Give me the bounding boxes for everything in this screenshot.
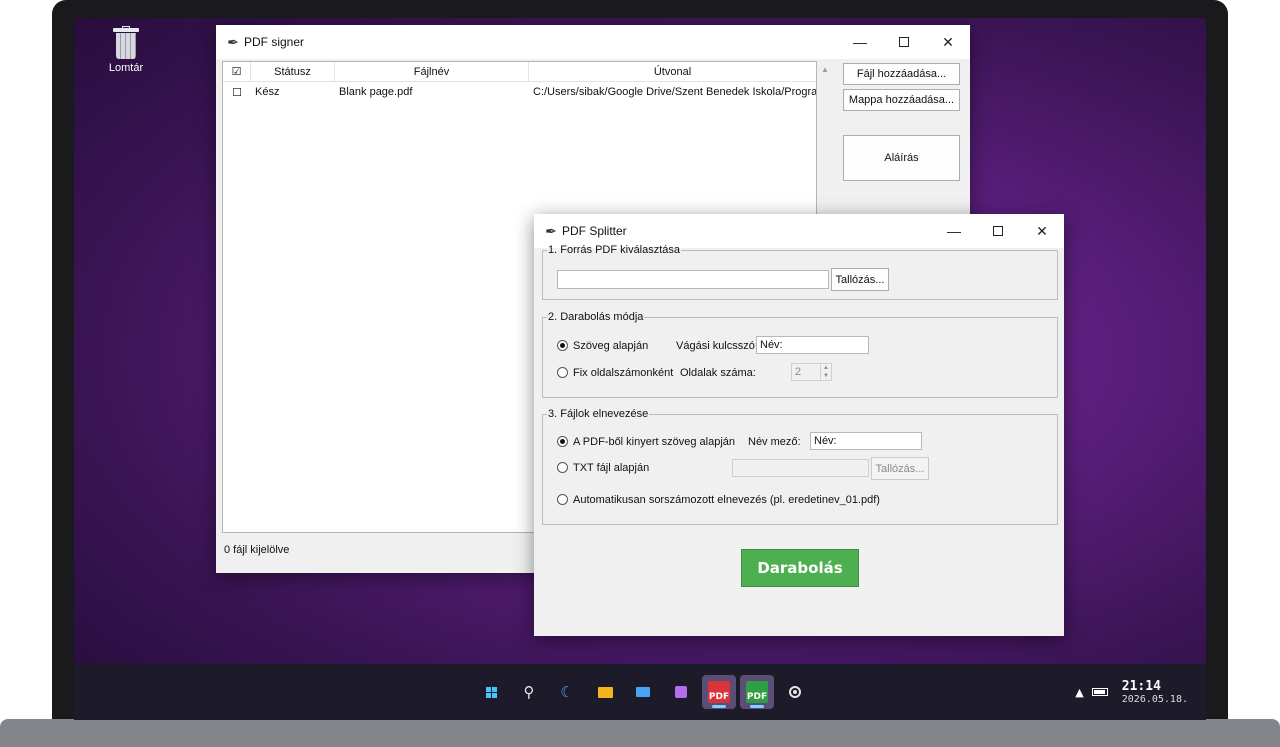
taskbar-icons: ⚲ ☾ PDF PDF — [474, 674, 816, 710]
auto-naming-label: Automatikusan sorszámozott elnevezés (pl… — [573, 494, 880, 506]
feather-icon: ✒ — [545, 222, 557, 239]
row-path: C:/Users/sibak/Google Drive/Szent Benede… — [533, 86, 816, 98]
select-all-checkbox[interactable]: ☑ — [223, 62, 251, 81]
tray-chevron-up-icon[interactable]: ▲ — [1075, 686, 1083, 699]
add-folder-button[interactable]: Mappa hozzáadása... — [843, 89, 960, 111]
laptop-base — [0, 719, 1280, 747]
table-header: ☑ Státusz Fájlnév Útvonal — [223, 62, 816, 82]
minimize-button[interactable]: — — [838, 25, 882, 59]
mode-group: 2. Darabolás módja — [542, 311, 1058, 398]
clock[interactable]: 21:14 2026.05.18. — [1122, 679, 1188, 705]
row-checkbox[interactable]: ☐ — [223, 86, 251, 99]
pages-stepper[interactable]: 2 ▲ ▼ — [791, 363, 832, 381]
signer-window-title: PDF signer — [244, 35, 305, 49]
start-icon[interactable] — [474, 675, 508, 709]
recycle-bin-label: Lomtár — [108, 62, 144, 74]
source-browse-button[interactable]: Tallózás... — [831, 268, 889, 291]
moon-icon[interactable]: ☾ — [550, 675, 584, 709]
search-icon[interactable]: ⚲ — [512, 675, 546, 709]
column-filename[interactable]: Fájlnév — [335, 62, 529, 81]
close-button[interactable]: ✕ — [926, 25, 970, 59]
active-indicator — [750, 705, 764, 708]
maximize-icon — [993, 226, 1003, 236]
name-field-input[interactable] — [810, 432, 922, 450]
pdf-app-green-icon[interactable]: PDF — [740, 675, 774, 709]
sign-button[interactable]: Aláírás — [843, 135, 960, 181]
row-filename: Blank page.pdf — [339, 86, 413, 98]
splitter-window-title: PDF Splitter — [562, 224, 627, 238]
recycle-bin-icon — [113, 26, 139, 60]
minimize-button[interactable]: — — [932, 214, 976, 248]
by-text-radio[interactable] — [557, 340, 568, 351]
add-file-button[interactable]: Fájl hozzáadása... — [843, 63, 960, 85]
close-button[interactable]: ✕ — [1020, 214, 1064, 248]
split-button[interactable]: Darabolás — [741, 549, 859, 587]
maximize-button[interactable] — [976, 214, 1020, 248]
clock-time: 21:14 — [1121, 679, 1161, 694]
mail-icon[interactable] — [626, 675, 660, 709]
battery-icon[interactable] — [1091, 688, 1108, 696]
pdf-splitter-window: ✒ PDF Splitter — ✕ 1. Forrás PDF kiválas… — [534, 214, 1064, 636]
column-path[interactable]: Útvonal — [529, 62, 816, 81]
mode-legend: 2. Darabolás módja — [548, 311, 644, 323]
store-icon[interactable] — [664, 675, 698, 709]
splitter-titlebar[interactable]: ✒ PDF Splitter — ✕ — [534, 214, 1064, 248]
recycle-bin[interactable]: Lomtár — [94, 26, 158, 74]
active-indicator — [712, 705, 726, 708]
target-icon[interactable] — [778, 675, 812, 709]
txt-path-input[interactable] — [732, 459, 869, 477]
keyword-input[interactable] — [756, 336, 869, 354]
taskbar: ⚲ ☾ PDF PDF ▲ 21:14 2026.05.18. — [74, 664, 1206, 720]
name-field-label: Név mező: — [748, 436, 801, 448]
from-txt-radio[interactable] — [557, 462, 568, 473]
desktop-screen: Lomtár ✒ PDF signer — ✕ ☑ Státusz Fájlné… — [74, 18, 1206, 720]
by-pages-label: Fix oldalszámonként — [573, 367, 674, 379]
folder-icon[interactable] — [588, 675, 622, 709]
auto-naming-radio[interactable] — [557, 494, 568, 505]
signer-titlebar[interactable]: ✒ PDF signer — ✕ — [216, 25, 970, 59]
by-text-label: Szöveg alapján — [573, 340, 649, 352]
feather-icon: ✒ — [227, 33, 239, 50]
naming-legend: 3. Fájlok elnevezése — [548, 408, 649, 420]
system-tray: ▲ 21:14 2026.05.18. — [1075, 674, 1188, 710]
source-path-input[interactable] — [557, 270, 829, 289]
maximize-icon — [899, 37, 909, 47]
by-pages-radio[interactable] — [557, 367, 568, 378]
row-status: Kész — [255, 86, 280, 98]
keyword-label: Vágási kulcsszó: — [676, 340, 758, 352]
maximize-button[interactable] — [882, 25, 926, 59]
txt-browse-button[interactable]: Tallózás... — [871, 457, 929, 480]
scroll-up-icon[interactable]: ▲ — [818, 65, 832, 74]
source-legend: 1. Forrás PDF kiválasztása — [548, 244, 681, 256]
selection-status: 0 fájl kijelölve — [224, 544, 290, 556]
clock-date: 2026.05.18. — [1121, 694, 1188, 705]
pdf-app-red-icon[interactable]: PDF — [702, 675, 736, 709]
column-status[interactable]: Státusz — [251, 62, 335, 81]
table-row[interactable]: ☐ Kész Blank page.pdf C:/Users/sibak/Goo… — [223, 82, 816, 102]
pages-label: Oldalak száma: — [680, 367, 756, 379]
from-txt-label: TXT fájl alapján — [573, 462, 650, 474]
from-pdf-label: A PDF-ből kinyert szöveg alapján — [573, 436, 736, 448]
from-pdf-radio[interactable] — [557, 436, 568, 447]
stepper-arrows-icon[interactable]: ▲ ▼ — [820, 364, 831, 380]
